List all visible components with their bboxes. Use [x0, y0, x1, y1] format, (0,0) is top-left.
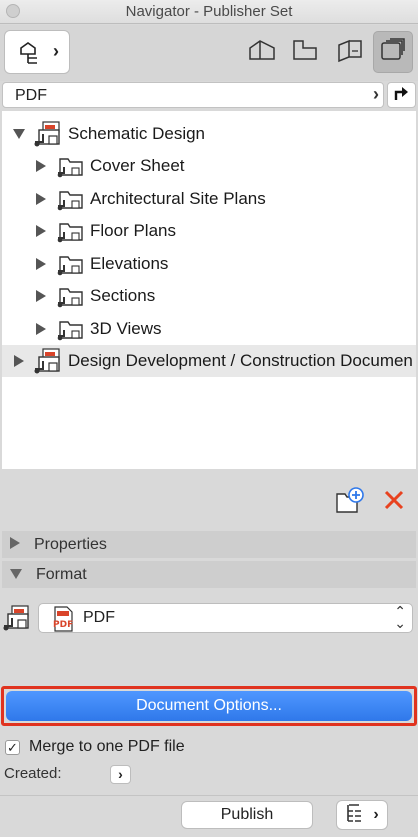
publisher-tree: Schematic Design Cover Sheet Architectur… — [2, 111, 416, 469]
subset-folder-icon — [54, 315, 88, 343]
close-icon — [383, 490, 405, 515]
disclosure-collapsed-icon[interactable] — [34, 159, 48, 173]
house-icon — [248, 38, 276, 67]
tree-item-design-development[interactable]: Design Development / Construction Docume… — [2, 345, 416, 377]
merge-label: Merge to one PDF file — [29, 738, 185, 755]
go-up-button[interactable] — [387, 82, 416, 108]
tree-item-subset[interactable]: 3D Views — [34, 313, 162, 345]
map-selector-button[interactable]: › — [4, 30, 70, 74]
disclosure-collapsed-icon[interactable] — [34, 192, 48, 206]
folder-add-icon — [335, 487, 365, 518]
disclosure-collapsed-icon — [10, 537, 20, 552]
pdf-file-icon: PDF — [51, 606, 75, 637]
tree-item-subset[interactable]: Elevations — [34, 248, 168, 280]
subset-folder-icon — [54, 282, 88, 310]
up-down-chevron-icon: ⌃ ⌄ — [394, 603, 406, 631]
stacked-sets-icon — [379, 37, 407, 68]
publisher-set-icon — [32, 120, 66, 148]
subset-folder-icon — [54, 217, 88, 245]
tree-item-label: 3D Views — [90, 319, 162, 338]
chevron-right-icon: › — [53, 41, 59, 61]
checkmark-icon: ✓ — [7, 740, 18, 755]
tree-item-subset[interactable]: Cover Sheet — [34, 150, 185, 182]
subset-folder-icon — [54, 250, 88, 278]
chevron-right-icon: › — [373, 806, 379, 823]
disclosure-collapsed-icon[interactable] — [34, 322, 48, 336]
tree-item-label: Architectural Site Plans — [90, 189, 266, 208]
merge-checkbox[interactable]: ✓ — [5, 740, 20, 755]
publisher-set-selector[interactable]: PDF › — [2, 82, 384, 108]
publisher-set-name: PDF — [15, 87, 47, 104]
format-select[interactable]: PDF PDF ⌃ ⌄ — [38, 603, 413, 633]
chevron-right-icon: › — [118, 766, 123, 782]
publish-options-button[interactable]: › — [336, 800, 388, 830]
floor-plan-icon — [291, 38, 319, 67]
delete-button[interactable] — [383, 489, 405, 516]
disclosure-collapsed-icon[interactable] — [34, 224, 48, 238]
new-subset-button[interactable] — [335, 486, 365, 519]
tree-item-label: Floor Plans — [90, 221, 176, 240]
window-title: Navigator - Publisher Set — [125, 3, 293, 20]
svg-text:PDF: PDF — [53, 620, 73, 630]
footer-divider — [0, 795, 418, 796]
tree-item-subset[interactable]: Sections — [34, 280, 155, 312]
document-options-button[interactable]: Document Options... — [6, 691, 412, 721]
tree-item-label: Cover Sheet — [90, 156, 185, 175]
tree-item-subset[interactable]: Architectural Site Plans — [34, 183, 266, 215]
tree-item-subset[interactable]: Floor Plans — [34, 215, 176, 247]
disclosure-collapsed-icon[interactable] — [34, 289, 48, 303]
project-map-button[interactable] — [242, 31, 282, 73]
format-label: Format — [36, 565, 87, 583]
view-map-button[interactable] — [285, 31, 325, 73]
properties-panel-header[interactable]: Properties — [2, 531, 416, 558]
tree-item-label: Design Development / Construction Docume… — [68, 351, 413, 370]
publisher-set-icon — [32, 347, 66, 375]
format-value: PDF — [83, 609, 115, 626]
return-arrow-icon — [392, 84, 412, 107]
tree-item-label: Elevations — [90, 254, 169, 273]
layout-book-icon — [335, 37, 365, 68]
disclosure-collapsed-icon[interactable] — [12, 354, 26, 368]
format-panel-header[interactable]: Format — [2, 561, 416, 588]
properties-label: Properties — [34, 535, 107, 553]
tree-item-label: Schematic Design — [68, 124, 206, 143]
chevron-right-icon: › — [373, 84, 379, 104]
publish-button[interactable]: Publish — [181, 801, 313, 829]
tree-map-icon — [17, 40, 43, 71]
publisher-sets-button[interactable] — [373, 31, 413, 73]
disclosure-collapsed-icon[interactable] — [34, 257, 48, 271]
tree-item-schematic-design[interactable]: Schematic Design — [12, 118, 205, 150]
created-expand-button[interactable]: › — [110, 765, 131, 784]
disclosure-expanded-icon — [10, 568, 22, 582]
subset-folder-icon — [54, 185, 88, 213]
layout-book-button[interactable] — [330, 31, 370, 73]
list-tree-icon — [345, 802, 371, 829]
disclosure-expanded-icon[interactable] — [12, 127, 26, 141]
subset-folder-icon — [54, 152, 88, 180]
publish-format-icon — [2, 603, 34, 638]
created-label: Created: — [4, 765, 62, 782]
tree-item-label: Sections — [90, 286, 156, 305]
